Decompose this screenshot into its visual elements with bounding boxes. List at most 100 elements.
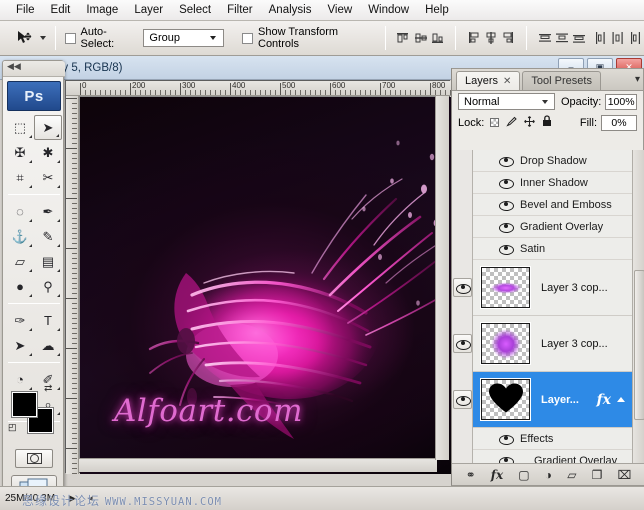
expand-effects-chevron-icon[interactable] (617, 397, 625, 402)
tool-flyout-indicator-icon[interactable] (57, 219, 60, 222)
layer-thumbnail[interactable] (481, 323, 530, 364)
canvas-horizontal-scrollbar[interactable] (79, 458, 437, 472)
slice-tool[interactable]: ✂ (34, 165, 62, 190)
notes-tool[interactable]: ◔ (6, 367, 34, 392)
layer-row[interactable]: Layer 3 cop... (473, 260, 632, 316)
canvas-vertical-scrollbar[interactable] (435, 96, 449, 460)
tool-preset-chevron-icon[interactable] (40, 36, 46, 40)
distribute-right-edges-icon[interactable] (628, 30, 643, 46)
tool-flyout-indicator-icon[interactable] (29, 160, 32, 163)
add-layer-mask-button[interactable]: ▢ (518, 468, 529, 482)
quick-mask-button[interactable] (15, 449, 53, 468)
tool-flyout-indicator-icon[interactable] (29, 328, 32, 331)
tool-flyout-indicator-icon[interactable] (57, 294, 60, 297)
lock-image-pixels-icon[interactable] (506, 116, 517, 130)
align-left-edges-icon[interactable] (466, 30, 481, 46)
tool-flyout-indicator-icon[interactable] (57, 244, 60, 247)
tool-flyout-indicator-icon[interactable] (56, 134, 59, 137)
fill-input[interactable]: 0% (601, 115, 637, 131)
layer-row[interactable]: Layer 3 cop... (473, 316, 632, 372)
brush-tool[interactable]: ✒ (34, 199, 62, 224)
align-top-edges-icon[interactable] (396, 30, 411, 46)
eraser-tool[interactable]: ▱ (6, 249, 34, 274)
type-tool[interactable]: T (34, 308, 62, 333)
panel-menu-icon[interactable]: ▾ (635, 74, 640, 85)
vertical-ruler[interactable] (66, 96, 79, 474)
healing-brush-tool[interactable]: ◌ (6, 199, 34, 224)
tool-flyout-indicator-icon[interactable] (57, 412, 60, 415)
tool-flyout-indicator-icon[interactable] (29, 269, 32, 272)
tool-flyout-indicator-icon[interactable] (29, 244, 32, 247)
opacity-input[interactable]: 100% (605, 94, 637, 110)
menu-item-image[interactable]: Image (78, 2, 126, 18)
new-group-button[interactable]: ▱ (567, 468, 576, 482)
eye-icon[interactable] (499, 156, 512, 166)
eye-icon[interactable] (499, 434, 512, 444)
tool-flyout-indicator-icon[interactable] (57, 269, 60, 272)
tool-flyout-indicator-icon[interactable] (29, 387, 32, 390)
layer-thumbnail[interactable] (481, 267, 530, 308)
layer-effect-row[interactable]: Satin (473, 238, 632, 260)
active-tool-preset-picker[interactable] (16, 30, 46, 47)
layer-effect-row[interactable]: Effects (473, 428, 632, 450)
pen-tool[interactable]: ✑ (6, 308, 34, 333)
distribute-top-edges-icon[interactable] (537, 30, 552, 46)
menu-item-help[interactable]: Help (417, 2, 457, 18)
clone-stamp-tool[interactable]: ⚓ (6, 224, 34, 249)
show-transform-controls-checkbox[interactable] (242, 33, 253, 44)
menu-item-file[interactable]: File (8, 2, 43, 18)
gradient-tool[interactable]: ▤ (34, 249, 62, 274)
layer-effect-row[interactable]: Gradient Overlay (473, 216, 632, 238)
horizontal-ruler[interactable]: 0200300400500600700800 (66, 81, 451, 96)
dodge-tool[interactable]: ⚲ (34, 274, 62, 299)
close-icon[interactable]: ✕ (503, 76, 511, 87)
tool-flyout-indicator-icon[interactable] (29, 353, 32, 356)
path-selection-tool[interactable]: ➤ (6, 333, 34, 358)
move-tool[interactable]: ➤ (34, 115, 62, 140)
crop-tool[interactable]: ⌗ (6, 165, 34, 190)
history-brush-tool[interactable]: ✎ (34, 224, 62, 249)
toolbox-collapse-handle[interactable]: ◀◀ (3, 61, 65, 77)
tool-flyout-indicator-icon[interactable] (29, 185, 32, 188)
eye-icon[interactable] (499, 200, 512, 210)
magic-wand-tool[interactable]: ✱ (34, 140, 62, 165)
tool-flyout-indicator-icon[interactable] (57, 353, 60, 356)
rectangular-marquee-tool[interactable]: ⬚ (6, 115, 34, 140)
lock-all-icon[interactable] (542, 115, 552, 130)
align-vertical-centers-icon[interactable] (413, 30, 428, 46)
distribute-bottom-edges-icon[interactable] (571, 30, 586, 46)
lock-position-icon[interactable] (524, 116, 535, 130)
layer-thumbnail[interactable] (481, 379, 530, 420)
distribute-left-edges-icon[interactable] (593, 30, 608, 46)
align-right-edges-icon[interactable] (501, 30, 516, 46)
tool-flyout-indicator-icon[interactable] (57, 185, 60, 188)
add-layer-style-button[interactable]: fx (491, 468, 503, 482)
tab-layers[interactable]: Layers✕ (456, 71, 520, 90)
lock-transparent-pixels-icon[interactable] (490, 118, 499, 127)
eye-icon[interactable] (499, 244, 512, 254)
tab-tool-presets[interactable]: Tool Presets (522, 71, 601, 90)
default-colors-icon[interactable]: ◰ (8, 422, 17, 433)
distribute-horizontal-centers-icon[interactable] (611, 30, 626, 46)
layer-visibility-toggle[interactable] (453, 334, 472, 353)
eye-icon[interactable] (499, 178, 512, 188)
tool-flyout-indicator-icon[interactable] (57, 328, 60, 331)
layer-effects-fx-icon[interactable]: fx (597, 392, 611, 408)
layer-row[interactable]: Layer...fx (473, 372, 632, 428)
tool-flyout-indicator-icon[interactable] (57, 160, 60, 163)
layer-effect-row[interactable]: Drop Shadow (473, 150, 632, 172)
menu-item-select[interactable]: Select (171, 2, 219, 18)
align-horizontal-centers-icon[interactable] (484, 30, 499, 46)
tool-flyout-indicator-icon[interactable] (29, 135, 32, 138)
layers-scrollbar[interactable] (632, 150, 644, 466)
eye-icon[interactable] (499, 222, 512, 232)
new-layer-button[interactable]: ❐ (592, 468, 603, 482)
menu-item-window[interactable]: Window (360, 2, 417, 18)
auto-select-checkbox[interactable] (65, 33, 76, 44)
layers-scrollbar-thumb[interactable] (634, 270, 644, 420)
layer-visibility-toggle[interactable] (453, 390, 472, 409)
blend-mode-dropdown[interactable]: Normal (458, 93, 555, 110)
menu-item-layer[interactable]: Layer (126, 2, 171, 18)
delete-layer-button[interactable]: ⌧ (618, 468, 632, 482)
tool-flyout-indicator-icon[interactable] (29, 219, 32, 222)
